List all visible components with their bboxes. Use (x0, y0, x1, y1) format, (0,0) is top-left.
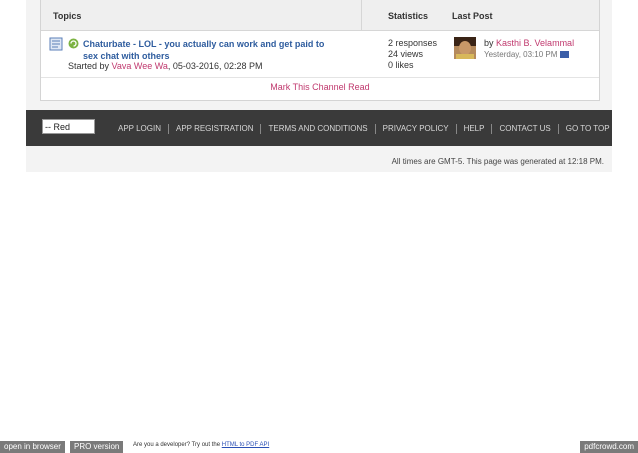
table-header: Topics Statistics Last Post (41, 0, 599, 31)
mark-channel-read-link[interactable]: Mark This Channel Read (41, 82, 599, 92)
started-by-label: Started by (68, 61, 110, 71)
avatar[interactable] (454, 37, 476, 59)
thread-started-by: Started by Vava Wee Wa, 05-03-2016, 02:2… (68, 61, 262, 71)
pdfcrowd-bar: open in browser PRO version Are you a de… (0, 441, 638, 453)
pdfcrowd-brand-link[interactable]: pdfcrowd.com (580, 441, 638, 453)
pdfcrowd-promo-text: Are you a developer? Try out the (133, 442, 221, 448)
footer-link-app-registration[interactable]: APP REGISTRATION (167, 124, 261, 134)
footer-link-app-login[interactable]: APP LOGIN (116, 124, 168, 134)
stat-views: 24 views (388, 49, 424, 59)
footer-links: APP LOGIN APP REGISTRATION TERMS AND CON… (116, 124, 617, 134)
last-post-by-label: by (484, 38, 494, 48)
thread-prefix-icon (68, 38, 79, 49)
page-generated-timestamp: All times are GMT-5. This page was gener… (391, 157, 604, 166)
thread-document-icon[interactable] (49, 37, 63, 51)
pro-version-button[interactable]: PRO version (70, 441, 124, 453)
header-statistics: Statistics (388, 11, 429, 21)
go-to-last-post-icon[interactable] (560, 51, 570, 59)
header-divider (361, 0, 362, 30)
table-row: Chaturbate - LOL - you actually can work… (41, 31, 599, 78)
stat-responses: 2 responses (388, 38, 438, 48)
footer-bar: -- Red APP LOGIN APP REGISTRATION TERMS … (26, 110, 612, 146)
footer-link-contact[interactable]: CONTACT US (491, 124, 557, 134)
pdfcrowd-promo: Are you a developer? Try out the HTML to… (133, 442, 269, 448)
thread-author-link[interactable]: Vava Wee Wa (112, 61, 168, 71)
footer-link-go-to-top[interactable]: GO TO TOP (557, 124, 617, 134)
stat-likes: 0 likes (388, 60, 414, 70)
header-topics: Topics (53, 11, 82, 21)
open-in-browser-button[interactable]: open in browser (0, 441, 65, 453)
thread-title[interactable]: Chaturbate - LOL - you actually can work… (83, 39, 324, 61)
thread-statistics: 2 responses 24 views 0 likes (388, 38, 437, 71)
thread-start-date: , 05-03-2016, 02:28 PM (167, 61, 263, 71)
footer-link-terms[interactable]: TERMS AND CONDITIONS (260, 124, 374, 134)
topic-table: Topics Statistics Last Post Chaturbate -… (40, 0, 600, 101)
thread-title-link[interactable]: Chaturbate - LOL - you actually can work… (83, 38, 338, 62)
last-post-date: Yesterday, 03:10 PM (484, 50, 570, 59)
footer-link-privacy[interactable]: PRIVACY POLICY (374, 124, 456, 134)
style-chooser-select[interactable]: -- Red (42, 119, 95, 134)
footer-link-help[interactable]: HELP (455, 124, 492, 134)
last-post-by: by Kasthi B. Velammal (484, 38, 574, 48)
last-post-date-text: Yesterday, 03:10 PM (484, 50, 558, 59)
html-to-pdf-api-link[interactable]: HTML to PDF API (222, 442, 269, 448)
last-post-user-link[interactable]: Kasthi B. Velammal (496, 38, 574, 48)
header-last-post: Last Post (452, 11, 493, 21)
